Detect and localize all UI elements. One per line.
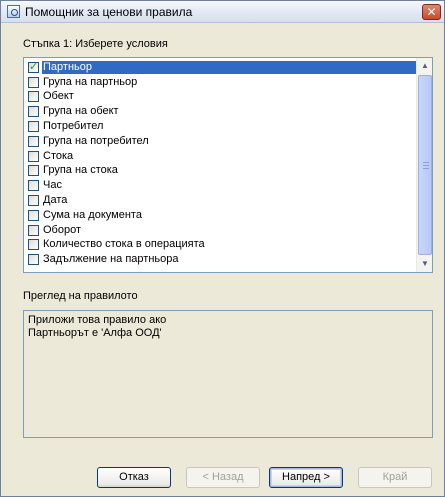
- condition-checkbox[interactable]: [28, 209, 39, 221]
- condition-item[interactable]: Задължение на партньора: [24, 252, 417, 267]
- condition-label: Стока: [43, 149, 74, 162]
- condition-item[interactable]: Потребител: [24, 119, 417, 134]
- condition-item[interactable]: Обект: [24, 90, 417, 105]
- scroll-up-button[interactable]: ▲: [417, 58, 432, 74]
- condition-checkbox[interactable]: [28, 195, 39, 207]
- preview-label: Преглед на правилото: [23, 290, 138, 302]
- condition-label: Оборот: [43, 223, 82, 236]
- condition-checkbox[interactable]: [28, 135, 39, 147]
- title-bar[interactable]: Помощник за ценови правила ✕: [1, 1, 444, 23]
- condition-item[interactable]: Група на обект: [24, 104, 417, 119]
- condition-checkbox[interactable]: [28, 106, 39, 118]
- scroll-down-button[interactable]: ▼: [417, 256, 432, 272]
- condition-label: Група на обект: [43, 105, 119, 118]
- condition-item[interactable]: Партньор: [24, 60, 417, 75]
- condition-checkbox[interactable]: [28, 254, 39, 266]
- condition-checkbox[interactable]: [28, 165, 39, 177]
- condition-item[interactable]: Стока: [24, 149, 417, 164]
- list-scrollbar[interactable]: ▲ ▼: [416, 58, 432, 272]
- condition-label: Група на потребител: [43, 134, 149, 147]
- condition-checkbox[interactable]: [28, 76, 39, 88]
- back-button[interactable]: < Назад: [186, 467, 260, 488]
- condition-label: Обект: [43, 90, 74, 103]
- condition-label: Дата: [43, 194, 68, 207]
- condition-checkbox[interactable]: [28, 224, 39, 236]
- condition-item[interactable]: Дата: [24, 193, 417, 208]
- condition-checkbox[interactable]: [28, 239, 39, 251]
- condition-checkbox[interactable]: [28, 180, 39, 192]
- app-icon: [7, 5, 20, 18]
- finish-button[interactable]: Край: [358, 467, 432, 488]
- condition-label: Количество стока в операцията: [43, 238, 205, 251]
- condition-checkbox[interactable]: [28, 60, 39, 73]
- condition-label: Група на партньор: [43, 75, 138, 88]
- condition-item[interactable]: Количество стока в операцията: [24, 238, 417, 253]
- condition-item[interactable]: Група на потребител: [24, 134, 417, 149]
- condition-item[interactable]: Оборот: [24, 223, 417, 238]
- condition-item[interactable]: Час: [24, 178, 417, 193]
- condition-item[interactable]: Сума на документа: [24, 208, 417, 223]
- condition-checkbox[interactable]: [28, 150, 39, 162]
- scroll-thumb[interactable]: [418, 75, 432, 255]
- preview-line: Партньорът е 'Алфа ООД': [28, 327, 162, 339]
- conditions-list[interactable]: ПартньорГрупа на партньор Обект Група на о…: [23, 57, 433, 273]
- condition-item[interactable]: Група на партньор: [24, 75, 417, 90]
- close-button[interactable]: ✕: [422, 4, 441, 20]
- close-icon: ✕: [426, 5, 437, 19]
- condition-item[interactable]: Група на стока: [24, 164, 417, 179]
- condition-label: Задължение на партньора: [43, 253, 179, 266]
- condition-label: Час: [43, 179, 62, 192]
- step-label: Стъпка 1: Изберете условия: [23, 38, 168, 50]
- condition-label: Сума на документа: [43, 208, 142, 221]
- cancel-button[interactable]: Отказ: [97, 467, 171, 488]
- condition-checkbox[interactable]: [28, 91, 39, 103]
- preview-line: Приложи това правило ако: [28, 314, 167, 326]
- price-rule-wizard-dialog: Помощник за ценови правила ✕ Стъпка 1: И…: [0, 0, 445, 497]
- condition-label: Партньор: [42, 60, 417, 74]
- window-title: Помощник за ценови правила: [25, 5, 193, 19]
- next-button[interactable]: Напред >: [269, 467, 343, 488]
- condition-checkbox[interactable]: [28, 121, 39, 133]
- rule-preview-box: Приложи това правило ако Партньорът е 'А…: [23, 310, 433, 438]
- grip-icon: [423, 162, 429, 169]
- conditions-items: ПартньорГрупа на партньор Обект Група на о…: [24, 58, 417, 272]
- condition-label: Потребител: [43, 120, 104, 133]
- condition-label: Група на стока: [43, 164, 118, 177]
